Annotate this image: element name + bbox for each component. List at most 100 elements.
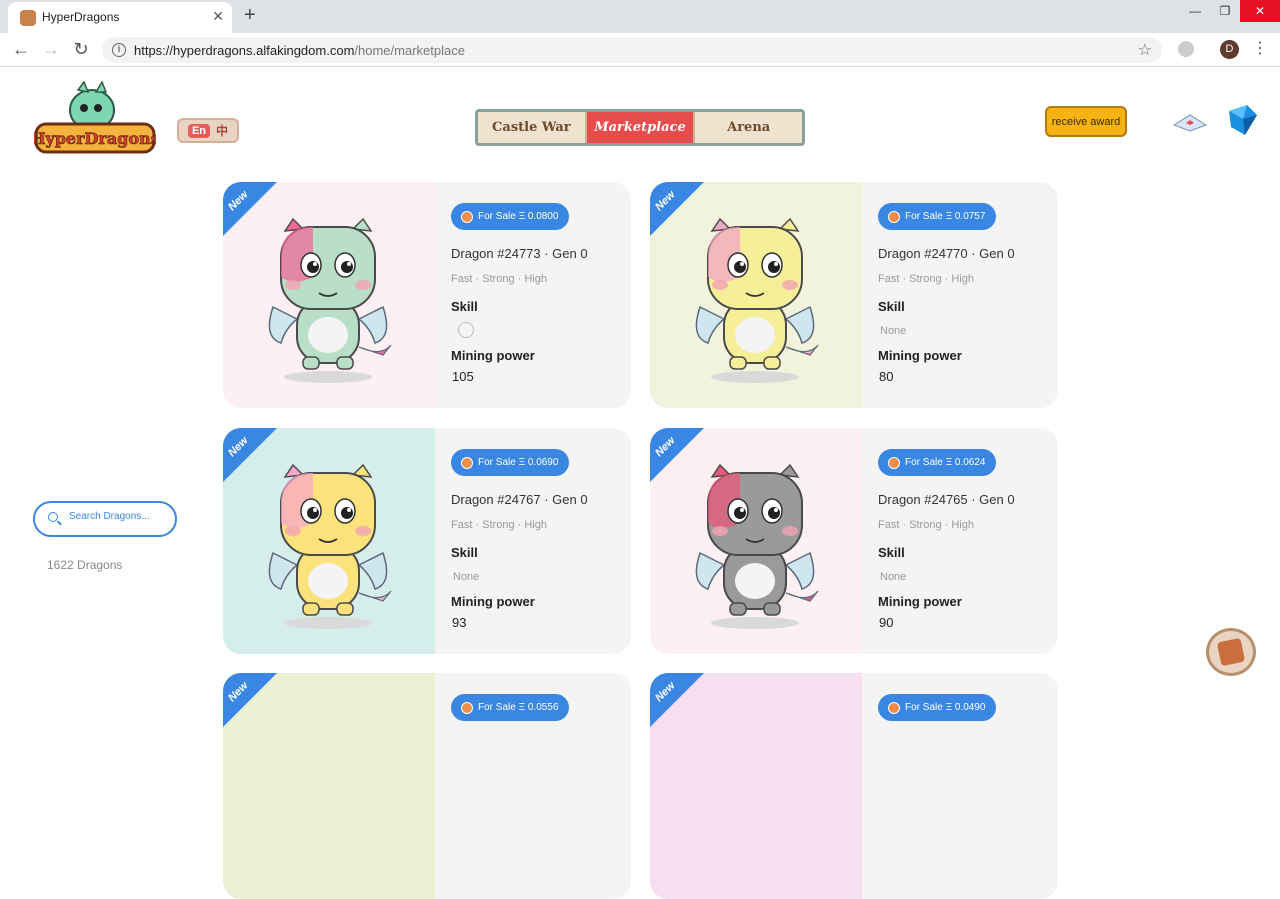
dragon-illustration: [695, 463, 819, 629]
lang-zh-button[interactable]: 中: [216, 122, 228, 139]
dragon-traits: Fast · Strong · High: [878, 273, 974, 285]
dragon-count: 1622 Dragons: [47, 558, 123, 572]
mining-power-value: 93: [452, 615, 467, 630]
address-bar[interactable]: i https://hyperdragons.alfakingdom.com/h…: [102, 37, 1162, 63]
coin-icon: [461, 456, 473, 469]
dragon-art-panel: New: [223, 673, 435, 899]
sale-price: For Sale Ξ 0.0757: [905, 211, 986, 222]
skill-label: Skill: [451, 299, 478, 314]
close-tab-icon[interactable]: ✕: [212, 8, 224, 25]
skill-value: None: [880, 571, 907, 583]
dragon-card[interactable]: New For Sale Ξ 0.0690 Dragon #24767 · Ge…: [223, 428, 631, 654]
new-ribbon: New: [223, 428, 283, 488]
dragon-art-panel: New: [650, 182, 862, 408]
nav-castle-war[interactable]: Castle War: [478, 112, 587, 143]
close-window-button[interactable]: ✕: [1240, 0, 1280, 22]
coin-icon: [888, 701, 900, 714]
tab-title: HyperDragons: [42, 10, 120, 24]
search-icon: [48, 512, 58, 522]
dragon-name[interactable]: Dragon #24773 · Gen 0: [451, 246, 588, 261]
dragon-illustration: [268, 217, 392, 383]
back-arrow-icon[interactable]: ←: [10, 39, 32, 60]
dragon-traits: Fast · Strong · High: [451, 519, 547, 531]
skill-icon: [458, 322, 474, 338]
new-ribbon: New: [650, 182, 710, 242]
coin-icon: [461, 210, 473, 223]
skill-label: Skill: [451, 545, 478, 560]
dragon-traits: Fast · Strong · High: [451, 273, 547, 285]
window-controls: — ❐ ✕: [1180, 0, 1280, 33]
dragon-card[interactable]: New For Sale Ξ 0.0800 Dragon #24773 · Ge…: [223, 182, 631, 408]
dragon-info: For Sale Ξ 0.0490: [878, 673, 1048, 899]
new-ribbon: New: [650, 428, 710, 488]
dragon-art-panel: New: [223, 428, 435, 654]
nav-marketplace[interactable]: Marketplace: [586, 112, 696, 143]
mining-power-value: 80: [879, 369, 894, 384]
dragon-info: For Sale Ξ 0.0800 Dragon #24773 · Gen 0 …: [451, 182, 621, 408]
search-input[interactable]: [69, 511, 169, 522]
bookmark-star-icon[interactable]: ☆: [1138, 40, 1152, 60]
dragon-name[interactable]: Dragon #24767 · Gen 0: [451, 492, 588, 507]
mining-power-label: Mining power: [451, 348, 535, 363]
extension-icon[interactable]: [1178, 41, 1194, 57]
sale-price: For Sale Ξ 0.0800: [478, 211, 559, 222]
wallet-icon[interactable]: [1172, 111, 1208, 133]
mining-power-label: Mining power: [878, 594, 962, 609]
url-text[interactable]: https://hyperdragons.alfakingdom.com/hom…: [134, 43, 465, 58]
dragon-name[interactable]: Dragon #24770 · Gen 0: [878, 246, 1015, 261]
dragon-favicon-icon: [20, 10, 36, 26]
browser-menu-icon[interactable]: ⋮: [1252, 38, 1268, 58]
crystal-icon[interactable]: [1225, 103, 1259, 137]
sale-price: For Sale Ξ 0.0624: [905, 457, 986, 468]
dragon-art-panel: New: [650, 673, 862, 899]
nav-arena[interactable]: Arena: [695, 112, 802, 143]
dragon-illustration: [268, 463, 392, 629]
skill-value: None: [880, 325, 907, 337]
sale-price: For Sale Ξ 0.0490: [905, 702, 986, 713]
mining-power-label: Mining power: [878, 348, 962, 363]
minimize-button[interactable]: —: [1180, 0, 1210, 22]
dragon-card[interactable]: New For Sale Ξ 0.0556: [223, 673, 631, 899]
dragon-info: For Sale Ξ 0.0757 Dragon #24770 · Gen 0 …: [878, 182, 1048, 408]
dragon-art-panel: New: [650, 428, 862, 654]
coin-icon: [461, 701, 473, 714]
coin-icon: [888, 456, 900, 469]
mining-power-label: Mining power: [451, 594, 535, 609]
for-sale-badge[interactable]: For Sale Ξ 0.0556: [451, 694, 570, 721]
new-ribbon: New: [223, 673, 283, 733]
search-dragons[interactable]: [33, 501, 177, 537]
language-switcher: En 中: [177, 118, 239, 143]
forward-arrow-icon[interactable]: →: [40, 39, 62, 60]
url-path: /home/marketplace: [354, 43, 465, 58]
for-sale-badge[interactable]: For Sale Ξ 0.0690: [451, 449, 570, 476]
dragon-card[interactable]: New For Sale Ξ 0.0757 Dragon #24770 · Ge…: [650, 182, 1058, 408]
hyperdragons-logo[interactable]: HyperDragons: [34, 80, 156, 158]
mining-power-value: 90: [879, 615, 894, 630]
help-float-button[interactable]: [1206, 628, 1256, 676]
dragon-illustration: [695, 217, 819, 383]
new-tab-button[interactable]: +: [244, 4, 256, 27]
for-sale-badge[interactable]: For Sale Ξ 0.0800: [451, 203, 570, 230]
lang-en-button[interactable]: En: [187, 123, 211, 138]
dragon-info: For Sale Ξ 0.0624 Dragon #24765 · Gen 0 …: [878, 428, 1048, 654]
dragon-card[interactable]: New For Sale Ξ 0.0490: [650, 673, 1058, 899]
browser-tab[interactable]: HyperDragons ✕: [8, 2, 232, 33]
dragon-card[interactable]: New For Sale Ξ 0.0624 Dragon #24765 · Ge…: [650, 428, 1058, 654]
new-ribbon: New: [223, 182, 283, 242]
dragon-name[interactable]: Dragon #24765 · Gen 0: [878, 492, 1015, 507]
reload-icon[interactable]: ↻: [70, 39, 92, 60]
profile-avatar[interactable]: D: [1220, 40, 1239, 59]
skill-value: None: [453, 571, 480, 583]
for-sale-badge[interactable]: For Sale Ξ 0.0757: [878, 203, 997, 230]
dragon-info: For Sale Ξ 0.0556: [451, 673, 621, 899]
dragon-info: For Sale Ξ 0.0690 Dragon #24767 · Gen 0 …: [451, 428, 621, 654]
site-info-icon[interactable]: i: [112, 43, 126, 57]
receive-award-button[interactable]: receive award: [1045, 106, 1127, 137]
for-sale-badge[interactable]: For Sale Ξ 0.0624: [878, 449, 997, 476]
coin-icon: [888, 210, 900, 223]
dragon-art-panel: New: [223, 182, 435, 408]
for-sale-badge[interactable]: For Sale Ξ 0.0490: [878, 694, 997, 721]
sale-price: For Sale Ξ 0.0556: [478, 702, 559, 713]
skill-label: Skill: [878, 545, 905, 560]
maximize-button[interactable]: ❐: [1210, 0, 1240, 22]
